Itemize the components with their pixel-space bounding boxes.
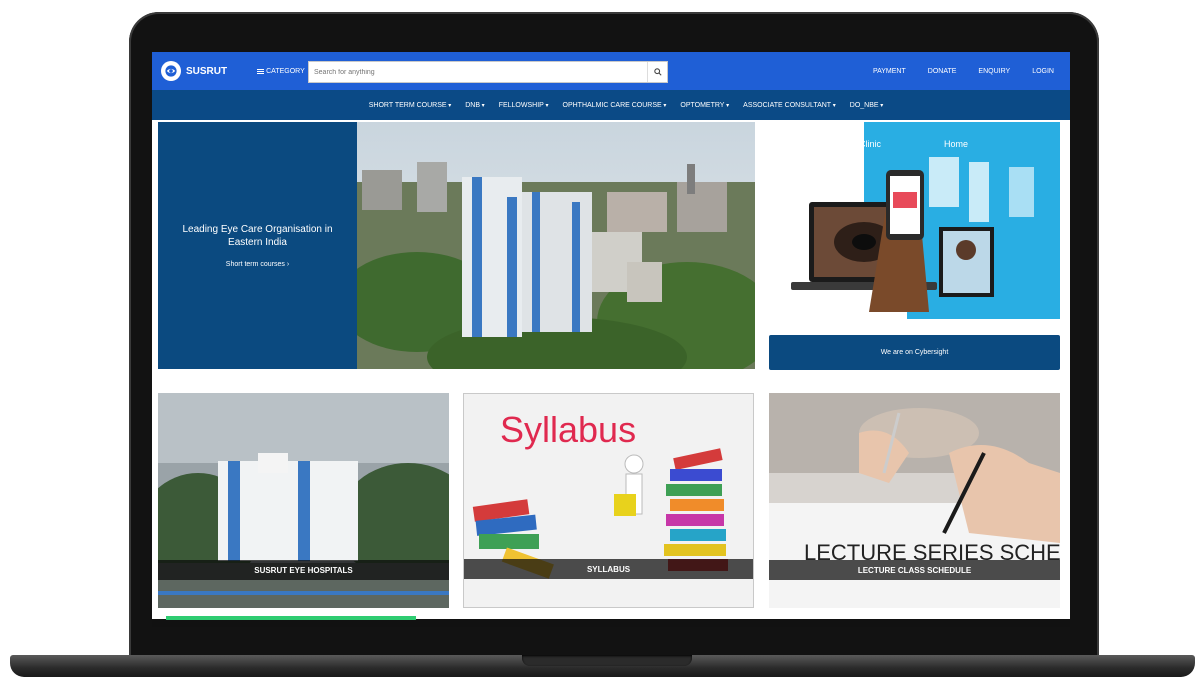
green-accent-bar: [166, 616, 416, 620]
bottom-bar: [152, 619, 1070, 627]
nav-associate-consultant[interactable]: ASSOCIATE CONSULTANT: [743, 102, 836, 109]
nav-fellowship[interactable]: FELLOWSHIP: [499, 102, 549, 109]
promo-clinic-text: Clinic: [859, 139, 882, 149]
hero-hospital-image: [357, 122, 755, 369]
cybersight-button[interactable]: We are on Cybersight: [769, 335, 1060, 370]
category-button[interactable]: CATEGORY: [257, 68, 305, 75]
syllabus-image-title: Syllabus: [500, 409, 636, 450]
cybersight-promo-image: Clinic Home: [769, 122, 1060, 319]
top-links: PAYMENT DONATE ENQUIRY LOGIN: [851, 52, 1054, 90]
search-icon: [653, 68, 662, 76]
screen: SUSRUT CATEGORY PAYMENT DONATE ENQUIRY L…: [152, 52, 1070, 627]
logo-icon: [161, 61, 181, 81]
nav-short-term-course[interactable]: SHORT TERM COURSE: [369, 102, 451, 109]
card-lecture-class-schedule[interactable]: LECTURE SERIES SCHEDULE LECTURE CLASS SC…: [769, 393, 1060, 608]
card-susrut-eye-hospitals[interactable]: SUSRUT EYE HOSPITALS: [158, 393, 449, 608]
category-label: CATEGORY: [266, 67, 305, 75]
nav-do-nbe[interactable]: DO_NBE: [850, 102, 883, 109]
brand-logo[interactable]: SUSRUT: [161, 61, 227, 81]
main-nav: SHORT TERM COURSE DNB FELLOWSHIP OPHTHAL…: [152, 90, 1070, 120]
card-label: SYLLABUS: [464, 559, 753, 579]
hero-link-label: Short term courses: [225, 261, 285, 268]
nav-ophthalmic-care-course[interactable]: OPHTHALMIC CARE COURSE: [563, 102, 667, 109]
nav-optometry[interactable]: OPTOMETRY: [680, 102, 729, 109]
search-box: [308, 61, 668, 83]
hero-panel: Leading Eye Care Organisation in Eastern…: [158, 122, 357, 369]
nav-dnb[interactable]: DNB: [465, 102, 484, 109]
brand-name: SUSRUT: [186, 65, 228, 77]
menu-icon: [257, 68, 265, 75]
hero-title: Leading Eye Care Organisation in Eastern…: [182, 224, 333, 248]
payment-link[interactable]: PAYMENT: [873, 68, 906, 75]
laptop-notch: [522, 655, 692, 666]
search-button[interactable]: [647, 62, 667, 82]
top-bar: SUSRUT CATEGORY PAYMENT DONATE ENQUIRY L…: [152, 52, 1070, 90]
promo-home-text: Home: [944, 139, 968, 149]
login-link[interactable]: LOGIN: [1032, 68, 1054, 75]
short-term-courses-link[interactable]: Short term courses ›: [226, 261, 289, 268]
search-input[interactable]: [309, 62, 647, 82]
chevron-right-icon: ›: [286, 261, 290, 268]
card-syllabus[interactable]: Syllabus SYLLABUS: [463, 393, 754, 608]
cybersight-button-label: We are on Cybersight: [880, 349, 949, 356]
card-label: LECTURE CLASS SCHEDULE: [769, 560, 1060, 580]
card-label: SUSRUT EYE HOSPITALS: [158, 560, 449, 580]
donate-link[interactable]: DONATE: [928, 68, 957, 75]
enquiry-link[interactable]: ENQUIRY: [978, 68, 1010, 75]
